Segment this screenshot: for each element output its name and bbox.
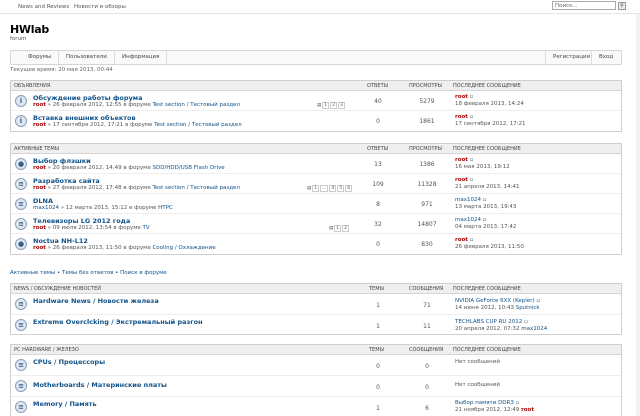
nav-register[interactable]: Регистрация xyxy=(545,51,597,64)
top-bar: News and Reviews Новости и обзоры Поиск.… xyxy=(0,0,640,14)
announcements-header: Объявления Ответы Просмотры Последнее со… xyxy=(11,81,621,91)
forum-title[interactable]: Extreme Overclcking / Экстремальный разг… xyxy=(33,318,203,326)
forum-icon: ≡ xyxy=(15,359,27,371)
announcement-icon: i xyxy=(15,115,27,127)
forum-icon: ≡ xyxy=(15,380,27,392)
nav-info[interactable]: Информация xyxy=(115,51,168,64)
hardware-forum-box: PC Hardware / Железо Темы Сообщения Посл… xyxy=(10,344,622,416)
topic-title[interactable]: Телевизоры LG 2012 года xyxy=(33,217,130,225)
forum-title[interactable]: Hardware News / Новости железа xyxy=(33,297,159,305)
announcements-box: Объявления Ответы Просмотры Последнее со… xyxy=(10,80,622,132)
pagination[interactable]: ▤ 1 2 xyxy=(329,225,350,232)
forum-row[interactable]: ≡ CPUs / Процессоры 0 0 Нет сообщений xyxy=(11,355,621,376)
topic-row[interactable]: i Вставка внешних объектов root » 17 сен… xyxy=(11,111,621,131)
topic-icon: ≡ xyxy=(15,218,27,230)
active-topics-box: Активные темы Ответы Просмотры Последнее… xyxy=(10,143,622,255)
topic-row[interactable]: ≡ DLNA max1024 » 12 марта 2013, 15:12 в … xyxy=(11,194,621,214)
forum-row[interactable]: ≡ Motherboards / Материнские платы 0 0 Н… xyxy=(11,376,621,397)
nav-users[interactable]: Пользователи xyxy=(59,51,115,64)
nav-login[interactable]: Вход xyxy=(591,51,620,64)
forum-icon: ≡ xyxy=(15,319,27,331)
topic-icon: ● xyxy=(15,158,27,170)
current-time: Текущее время: 20 мая 2013, 00:44 xyxy=(10,67,113,73)
news-reviews-link[interactable]: News and Reviews xyxy=(18,4,69,10)
news-forum-box: News / обсуждение новостей Темы Сообщени… xyxy=(10,283,622,335)
topic-icon: ≡ xyxy=(15,178,27,190)
topic-row[interactable]: ≡ Разработка сайта root » 27 февраля 201… xyxy=(11,174,621,194)
topic-row[interactable]: ● Выбор флэшки root » 20 февраля 2012, 1… xyxy=(11,154,621,174)
main-nav: Форумы Пользователи Информация Регистрац… xyxy=(10,50,622,65)
topic-row[interactable]: ≡ Телевизоры LG 2012 года root » 09 июля… xyxy=(11,214,621,234)
scrollbar[interactable] xyxy=(636,14,640,416)
topic-title[interactable]: Noctua NH-L12 xyxy=(33,237,88,245)
topic-row[interactable]: i Обсуждение работы форума root » 26 фев… xyxy=(11,91,621,111)
search-icon[interactable]: ⚲ xyxy=(618,2,626,10)
quick-links[interactable]: Активные темы • Темы без ответов • Поиск… xyxy=(10,270,167,276)
pagination[interactable]: ▤ 1 2 3 xyxy=(317,102,345,109)
topic-title[interactable]: DLNA xyxy=(33,197,53,205)
forum-icon: ≡ xyxy=(15,401,27,413)
topic-icon: ≡ xyxy=(15,198,27,210)
topic-title[interactable]: Разработка сайта xyxy=(33,177,100,185)
nav-forums[interactable]: Форумы xyxy=(21,51,60,64)
announcement-icon: i xyxy=(15,95,27,107)
site-subtitle: forum xyxy=(10,36,27,42)
search-input[interactable]: Поиск... xyxy=(552,1,616,10)
topic-row[interactable]: ● Noctua NH-L12 root » 26 февраля 2013, … xyxy=(11,234,621,254)
topic-title[interactable]: Вставка внешних объектов xyxy=(33,114,136,122)
forum-title[interactable]: Memory / Память xyxy=(33,400,97,408)
forum-row[interactable]: ≡ Extreme Overclcking / Экстремальный ра… xyxy=(11,315,621,336)
forum-icon: ≡ xyxy=(15,298,27,310)
pagination[interactable]: ▤ 1... 4 5 6 xyxy=(307,185,353,192)
topic-title[interactable]: Обсуждение работы форума xyxy=(33,94,142,102)
forum-title[interactable]: CPUs / Процессоры xyxy=(33,358,105,366)
news-obzory-link[interactable]: Новости и обзоры xyxy=(74,4,126,10)
forum-title[interactable]: Motherboards / Материнские платы xyxy=(33,381,167,389)
site-title[interactable]: HWlab xyxy=(10,23,49,36)
topic-icon: ● xyxy=(15,238,27,250)
forum-row[interactable]: ≡ Memory / Память 1 6 Выбор памяти DDR3 … xyxy=(11,397,621,416)
topic-title[interactable]: Выбор флэшки xyxy=(33,157,91,165)
forum-row[interactable]: ≡ Hardware News / Новости железа 1 71 NV… xyxy=(11,294,621,315)
